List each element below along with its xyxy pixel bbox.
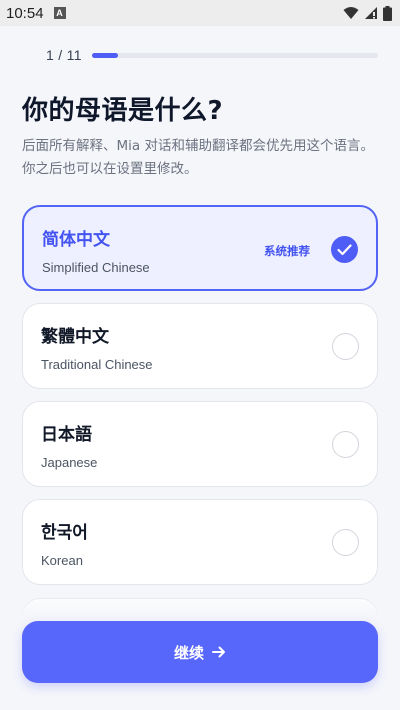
progress-fill [91,52,118,58]
page-subtitle: 后面所有解释、Mia 对话和辅助翻译都会优先用这个语言。你之后也可以在设置里修改… [22,138,374,177]
wifi-icon [343,7,359,19]
radio-empty-icon[interactable] [332,529,359,556]
status-time: 10:54 [6,4,44,22]
progress-indicator: 1 / 11 [46,45,378,65]
option-sublabel: Korean [41,553,83,568]
continue-button[interactable]: 继续 [22,621,378,683]
continue-label: 继续 [173,644,204,662]
status-icons [343,5,392,21]
option-korean[interactable]: 한국어 Korean [22,499,378,585]
option-label: 日本語 [41,425,92,445]
signal-icon [365,7,377,19]
battery-icon [383,5,392,21]
option-sublabel: Japanese [41,455,98,470]
language-options: 简体中文 Simplified Chinese 系统推荐 繁體中文 Tradit… [22,205,378,597]
page-title: 你的母语是什么? [22,96,224,126]
option-sublabel: Traditional Chinese [41,357,153,372]
progress-text: 1 / 11 [46,47,82,63]
option-label: 简体中文 [42,230,110,250]
check-icon [331,236,358,263]
option-japanese[interactable]: 日本語 Japanese [22,401,378,487]
recommended-badge: 系统推荐 [264,244,310,258]
arrow-right-icon [212,646,225,658]
radio-empty-icon[interactable] [332,333,359,360]
status-bar: 10:54 A [0,0,400,26]
progress-track [91,52,378,58]
option-traditional-chinese[interactable]: 繁體中文 Traditional Chinese [22,303,378,389]
option-label: 한국어 [41,523,88,543]
option-label: 繁體中文 [41,327,109,347]
radio-empty-icon[interactable] [332,431,359,458]
option-simplified-chinese[interactable]: 简体中文 Simplified Chinese 系统推荐 [22,205,378,291]
option-sublabel: Simplified Chinese [42,260,150,275]
notification-a-icon: A [53,7,66,19]
